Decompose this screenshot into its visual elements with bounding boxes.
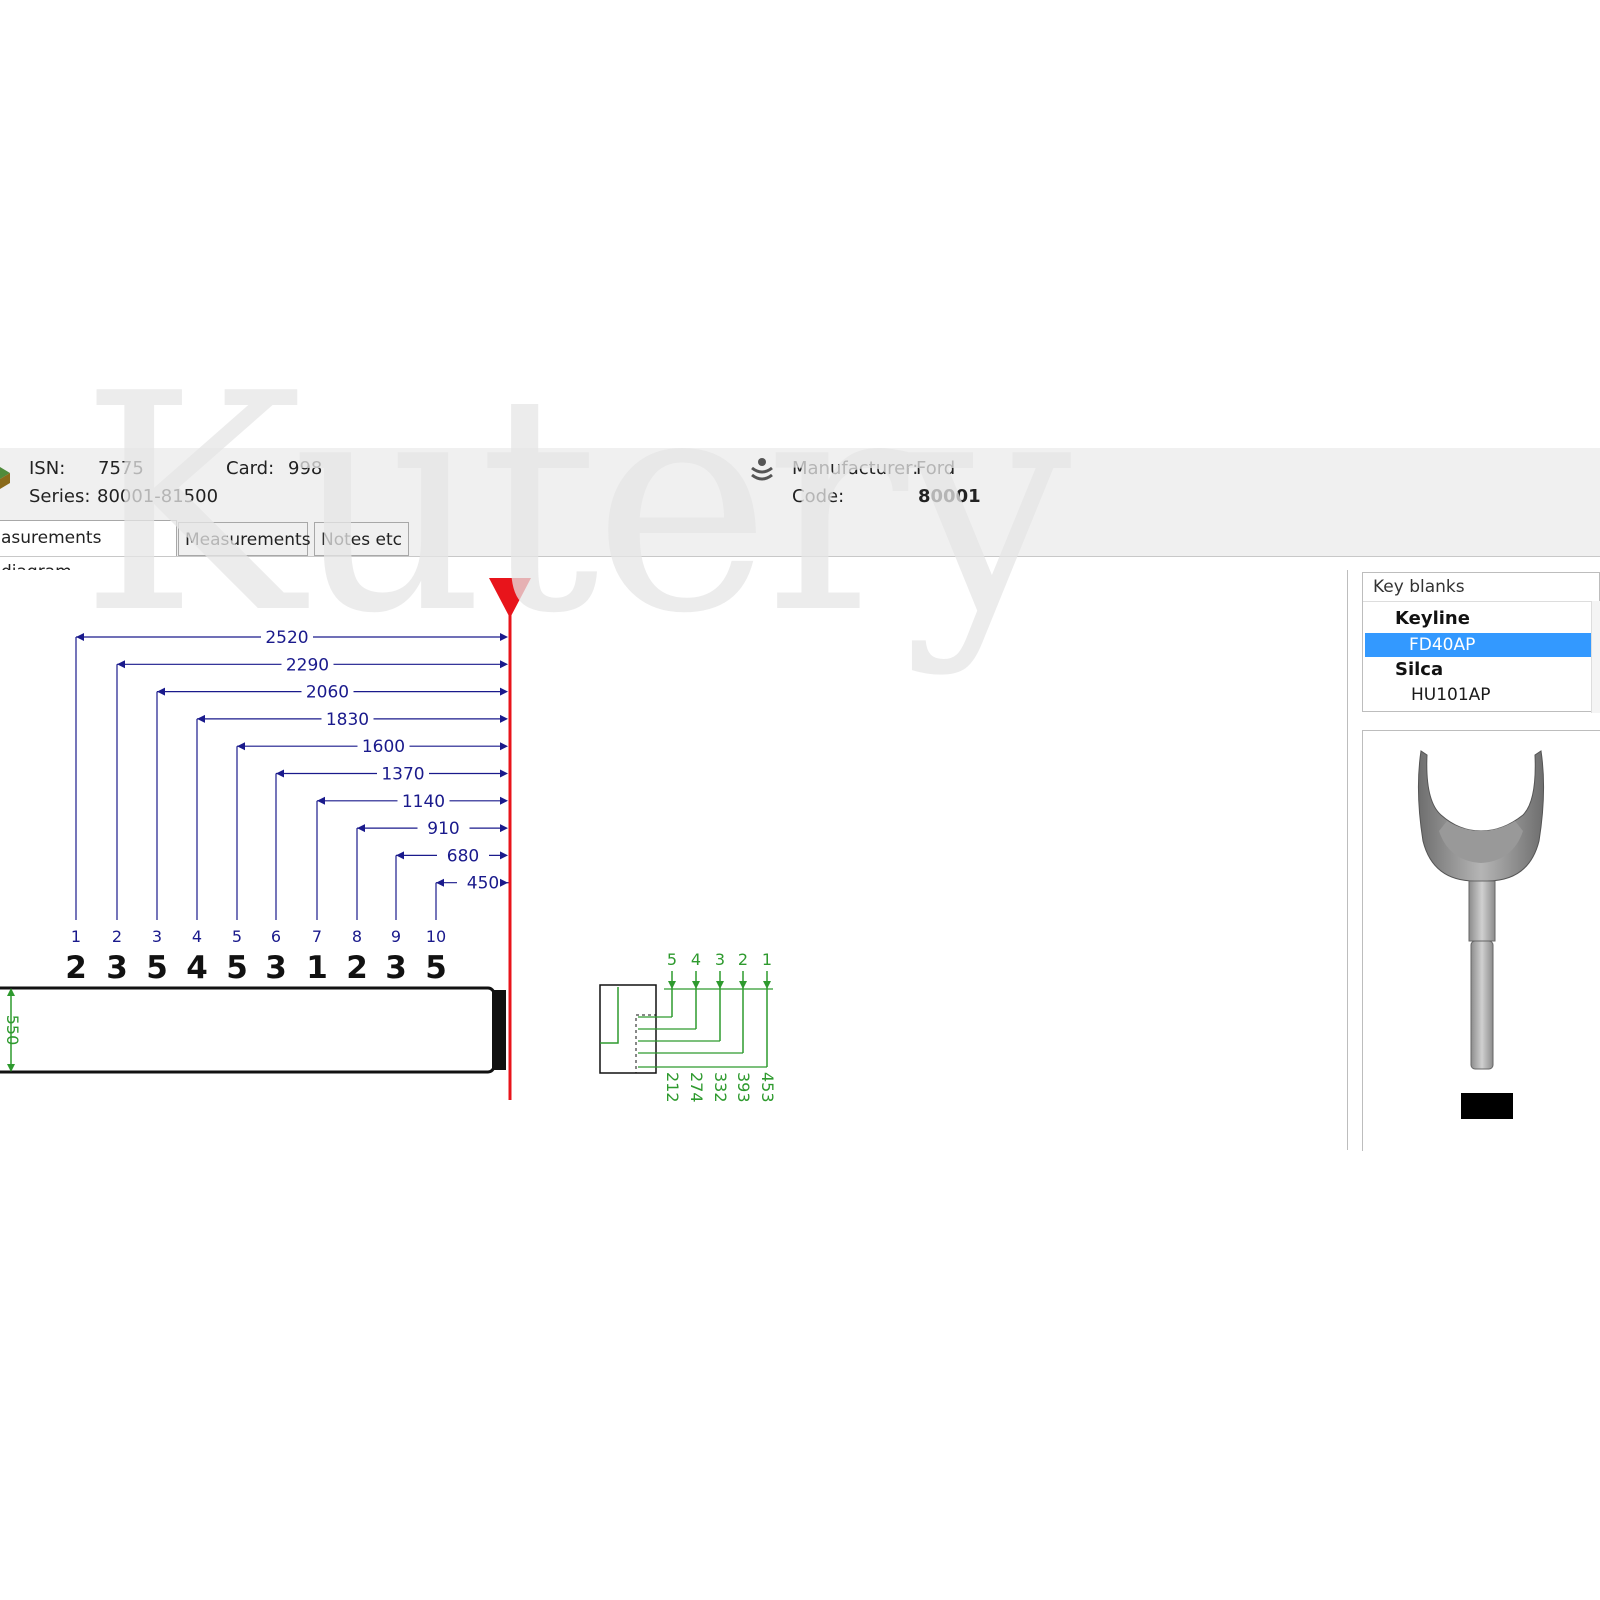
dimension-arrow-right xyxy=(500,851,508,860)
dimension-label: 910 xyxy=(427,819,459,839)
dimension-arrow-right xyxy=(500,878,508,887)
dimension-arrow-left xyxy=(276,769,284,778)
key-blanks-title: Key blanks xyxy=(1373,577,1465,597)
depth-value-label: 332 xyxy=(711,1072,730,1103)
dimension-arrow-right xyxy=(500,769,508,778)
tab-notes[interactable]: Notes etc xyxy=(314,522,409,556)
dimension-arrow-right xyxy=(500,824,508,833)
cut-position-number: 3 xyxy=(152,927,162,946)
dimension-arrow-left xyxy=(396,851,404,860)
depth-value-label: 453 xyxy=(758,1072,777,1103)
dimension-arrow-left xyxy=(117,660,125,669)
depth-arrow xyxy=(692,981,700,989)
dimension-label: 1140 xyxy=(402,792,445,812)
dimension-arrow-left xyxy=(436,878,444,887)
cut-depth-value: 5 xyxy=(425,950,447,986)
cut-depth-value: 3 xyxy=(106,950,128,986)
dimension-arrow-left xyxy=(357,824,365,833)
key-blanks-panel: Key blanks Keyline FD40AP Silca HU101AP xyxy=(1362,572,1600,713)
cut-depth-value: 2 xyxy=(346,950,368,986)
isn-label: ISN: xyxy=(29,458,66,479)
tab-measurements[interactable]: Measurements xyxy=(178,522,311,556)
cut-depth-value: 4 xyxy=(186,950,208,986)
key-blade xyxy=(0,986,496,1074)
dimension-arrow-left xyxy=(76,633,84,641)
depth-index-label: 5 xyxy=(667,950,677,969)
dimension-arrow-right xyxy=(500,687,508,696)
dimension-arrow-right xyxy=(500,714,508,723)
dimension-label: 680 xyxy=(447,846,479,866)
dimension-arrow-left xyxy=(157,687,165,696)
card-label: Card: xyxy=(226,458,275,479)
cut-position-number: 2 xyxy=(112,927,122,946)
dimension-arrow-right xyxy=(500,633,508,641)
tab-measurements-diagram[interactable]: asurements diagram xyxy=(0,520,177,582)
dimension-label: 1830 xyxy=(326,710,369,730)
depth-index-label: 2 xyxy=(738,950,748,969)
cut-position-number: 10 xyxy=(426,927,446,946)
manufacturer-logo-icon xyxy=(749,456,775,484)
shoulder-stop-marker xyxy=(489,578,531,618)
depth-value-label: 393 xyxy=(734,1072,753,1103)
diagram-panel: 2520 2290 2060 1830 1600 1370 1140 910 680 450 1 2 2… xyxy=(0,570,1348,1150)
dimension-label: 2060 xyxy=(306,683,349,703)
depth-arrow xyxy=(763,981,771,989)
cut-depth-value: 5 xyxy=(146,950,168,986)
tree-group-keyline[interactable]: Keyline xyxy=(1395,607,1470,631)
dimension-label: 450 xyxy=(467,874,499,894)
manufacturer-value: Ford xyxy=(916,458,956,479)
tree-item-label: FD40AP xyxy=(1409,635,1476,655)
cut-position-number: 7 xyxy=(312,927,322,946)
key-blank-image-panel xyxy=(1362,730,1600,1151)
key-blade-tip xyxy=(492,990,506,1070)
tree-scrollbar[interactable] xyxy=(1591,601,1600,713)
cut-depth-value: 3 xyxy=(265,950,287,986)
cut-position-number: 4 xyxy=(192,927,202,946)
dimension-label: 2520 xyxy=(265,628,308,648)
depth-value-label: 274 xyxy=(687,1072,706,1103)
card-value: 998 xyxy=(288,458,323,479)
dimension-arrow-left xyxy=(197,714,205,723)
tree-item-fd40ap[interactable]: FD40AP xyxy=(1365,633,1591,657)
depth-index-label: 3 xyxy=(715,950,725,969)
isn-value: 7575 xyxy=(98,458,144,479)
tree-item-hu101ap[interactable]: HU101AP xyxy=(1411,683,1491,707)
series-value: 80001-81500 xyxy=(97,486,219,507)
cut-position-number: 5 xyxy=(232,927,242,946)
depth-index-label: 4 xyxy=(691,950,701,969)
dimension-arrow-left xyxy=(317,796,325,805)
cut-position-number: 8 xyxy=(352,927,362,946)
dimension-arrow-right xyxy=(500,742,508,751)
dimension-label: 2290 xyxy=(286,655,329,675)
cut-position-number: 9 xyxy=(391,927,401,946)
key-blank-image xyxy=(1417,750,1545,1119)
depth-arrow xyxy=(739,981,747,989)
manufacturer-label: Manufacturer: xyxy=(792,458,919,479)
cut-position-number: 6 xyxy=(271,927,281,946)
cut-depth-value: 3 xyxy=(385,950,407,986)
key-cut-diagram: 2520229020601830160013701140910680450122… xyxy=(0,578,777,1103)
cut-depth-value: 5 xyxy=(226,950,248,986)
dimension-label: 1370 xyxy=(381,765,424,785)
blade-height-label: 550 xyxy=(3,1015,22,1046)
cut-depth-value: 2 xyxy=(65,950,87,986)
series-label: Series: xyxy=(29,486,91,507)
dimension-arrow-right xyxy=(500,660,508,669)
code-value: 80001 xyxy=(918,486,981,507)
dimension-arrow-left xyxy=(237,742,245,751)
depth-arrow xyxy=(668,981,676,989)
cut-position-number: 1 xyxy=(71,927,81,946)
depth-value-label: 212 xyxy=(663,1072,682,1103)
depth-arrow xyxy=(716,981,724,989)
app-logo-icon xyxy=(0,463,12,491)
depth-index-label: 1 xyxy=(762,950,772,969)
code-label: Code: xyxy=(792,486,845,507)
dimension-label: 1600 xyxy=(362,737,405,757)
dimension-arrow-right xyxy=(500,796,508,805)
tree-group-silca[interactable]: Silca xyxy=(1395,658,1443,682)
cut-depth-value: 1 xyxy=(306,950,328,986)
